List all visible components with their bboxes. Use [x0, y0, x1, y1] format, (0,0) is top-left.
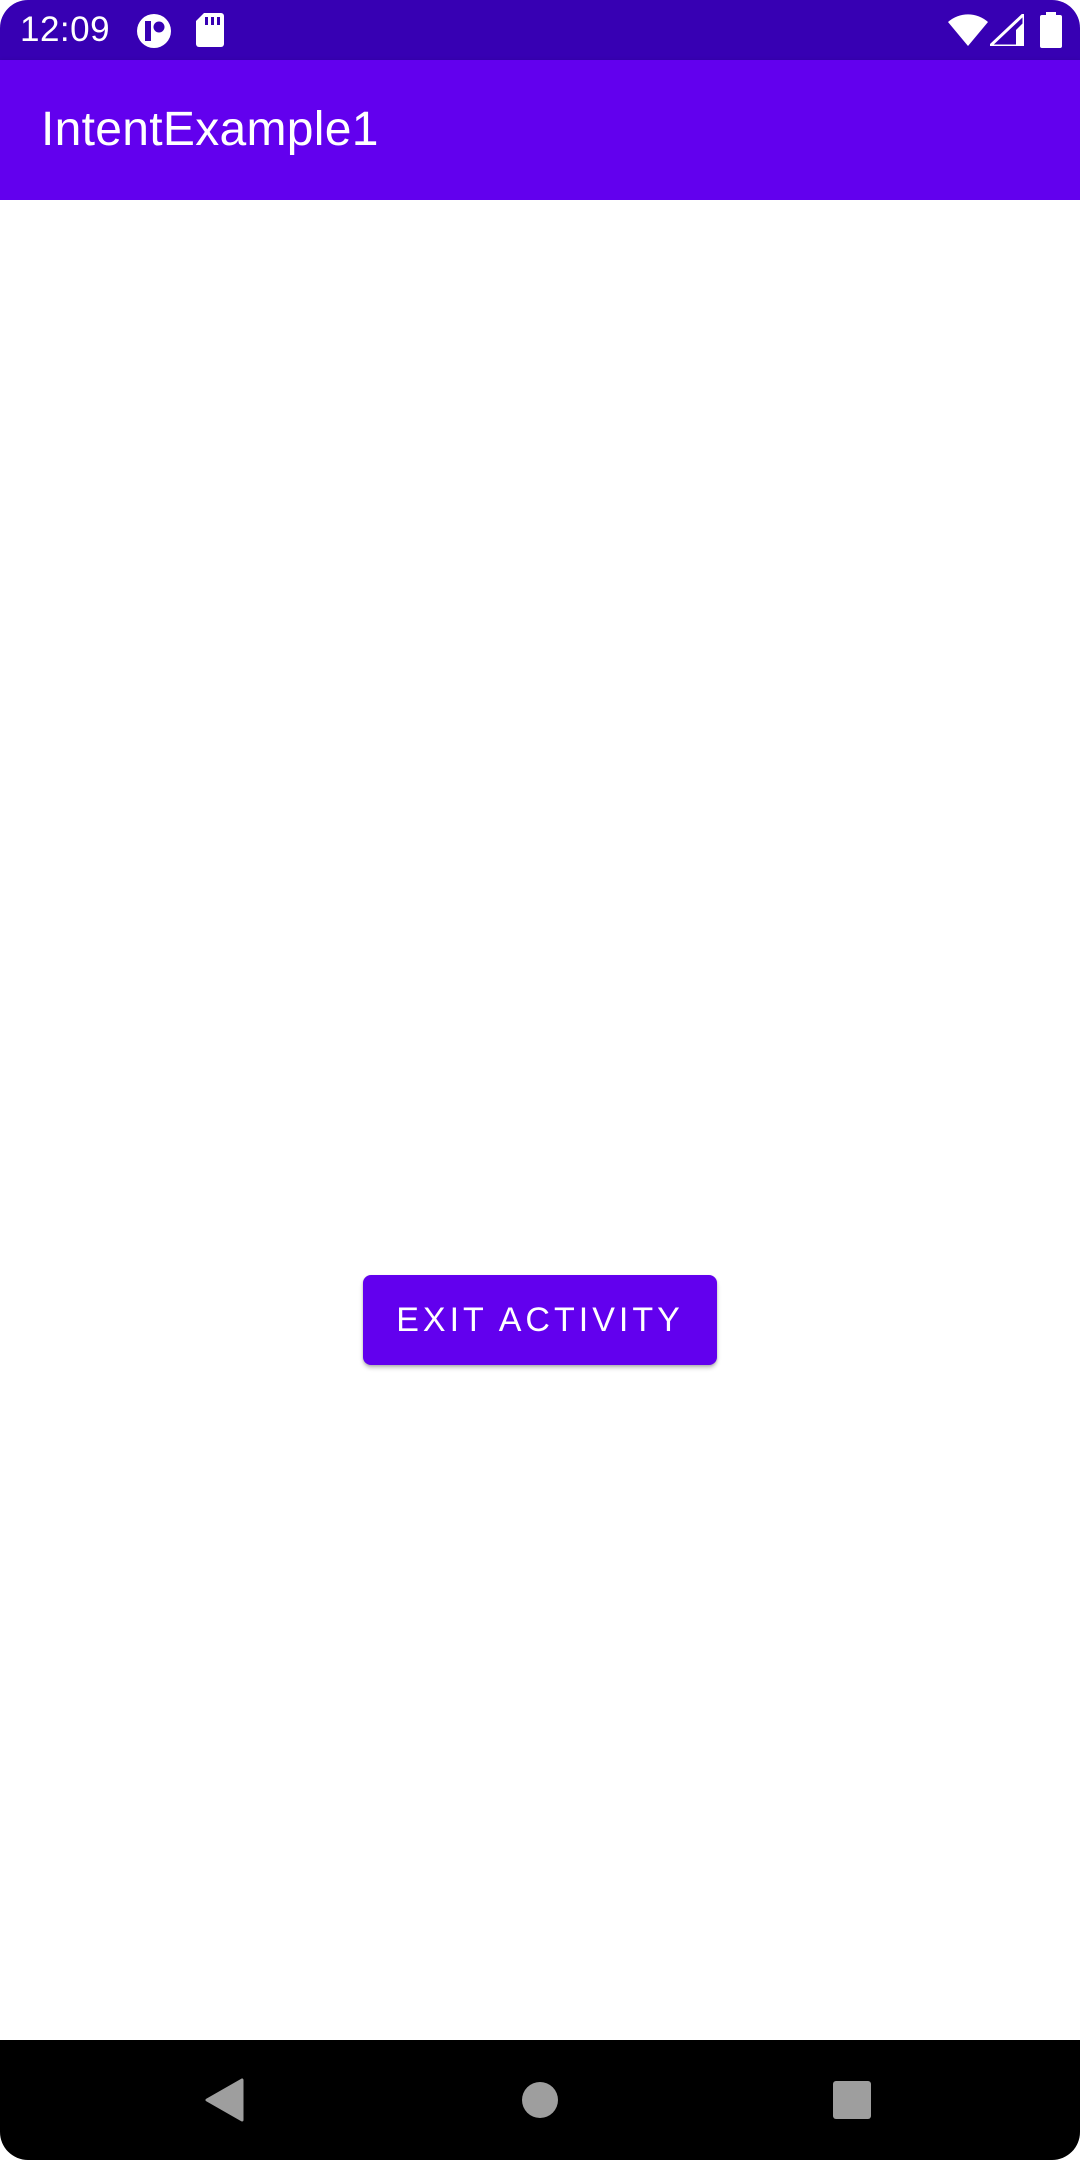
home-button[interactable] [460, 2040, 620, 2160]
back-icon [205, 2078, 244, 2122]
home-icon [522, 2082, 558, 2118]
app-title: IntentExample1 [41, 103, 379, 156]
battery-icon [1040, 12, 1062, 48]
status-time: 12:09 [20, 10, 111, 49]
data-saver-icon [137, 14, 171, 48]
navigation-bar [0, 2040, 1080, 2160]
signal-icon [990, 14, 1024, 46]
recents-icon [833, 2081, 871, 2119]
app-bar: IntentExample1 [0, 60, 1080, 200]
status-bar: 12:09 [0, 0, 1080, 60]
wifi-icon [948, 14, 988, 46]
exit-activity-button[interactable]: EXIT ACTIVITY [363, 1275, 717, 1365]
main-content: EXIT ACTIVITY [0, 200, 1080, 2040]
sd-card-icon [196, 13, 224, 47]
back-button[interactable] [144, 2040, 304, 2160]
recents-button[interactable] [772, 2040, 932, 2160]
